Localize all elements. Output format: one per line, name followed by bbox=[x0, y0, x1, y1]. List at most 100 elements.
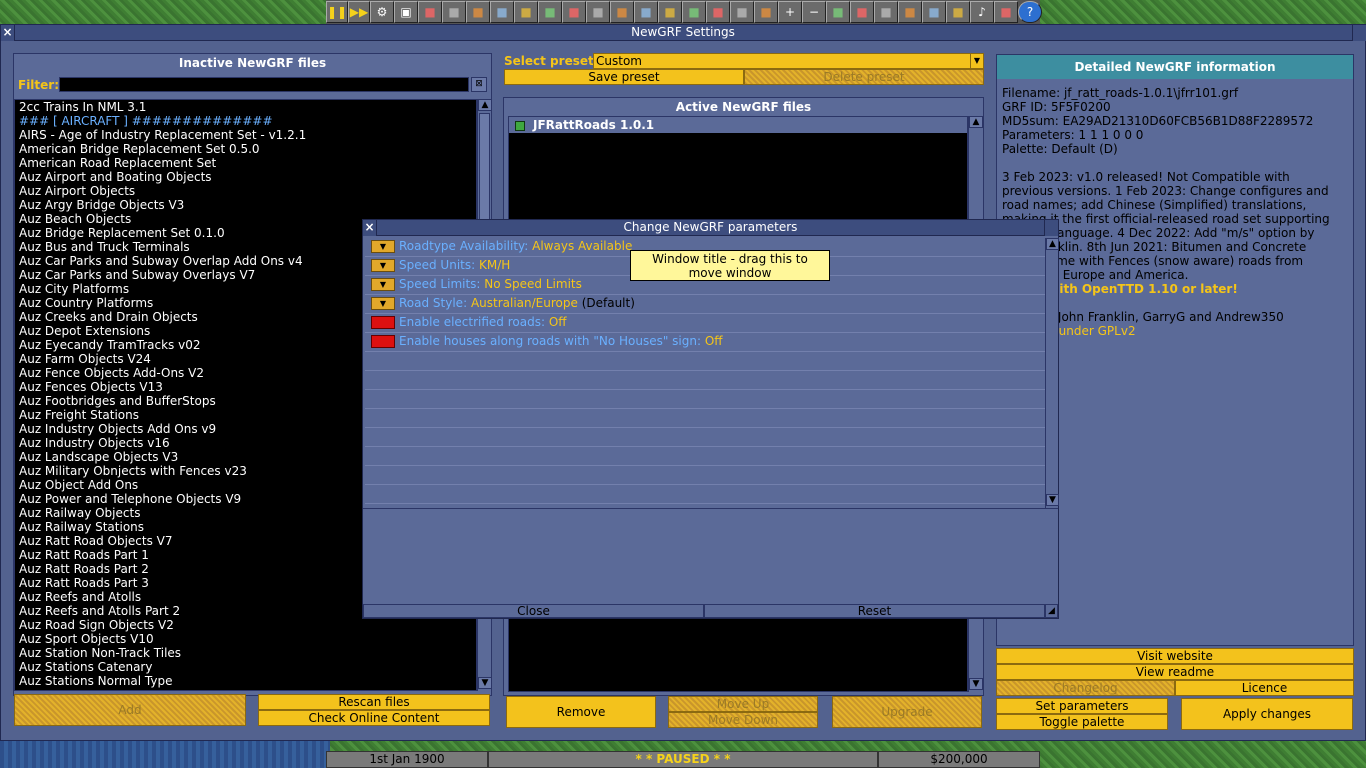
preset-dropdown[interactable]: Custom ▼ bbox=[593, 53, 984, 69]
aircraft-icon[interactable]: ■ bbox=[754, 1, 778, 23]
reset-button[interactable]: Reset bbox=[704, 604, 1045, 618]
status-paused[interactable]: * * PAUSED * * bbox=[488, 751, 878, 768]
finances-icon[interactable]: ■ bbox=[514, 1, 538, 23]
pin-icon[interactable] bbox=[1352, 25, 1366, 41]
remove-button[interactable]: Remove bbox=[506, 696, 656, 728]
dropdown-arrow-icon[interactable]: ▼ bbox=[371, 297, 395, 310]
build-tram-icon[interactable]: ■ bbox=[874, 1, 898, 23]
news-icon[interactable]: ■ bbox=[994, 1, 1018, 23]
pin-icon[interactable] bbox=[1044, 220, 1058, 236]
landscape-icon[interactable]: ■ bbox=[946, 1, 970, 23]
close-button[interactable]: Close bbox=[363, 604, 704, 618]
list-item[interactable]: Auz Stations Catenary bbox=[15, 660, 476, 674]
param-row[interactable]: Enable houses along roads with "No House… bbox=[365, 333, 1045, 352]
graphs-icon[interactable]: ■ bbox=[610, 1, 634, 23]
zoom-out-icon[interactable]: − bbox=[802, 1, 826, 23]
list-item[interactable]: Auz Airport and Boating Objects bbox=[15, 170, 476, 184]
changelog-button[interactable]: Changelog bbox=[996, 680, 1175, 696]
music-icon[interactable]: ♪ bbox=[970, 1, 994, 23]
delete-preset-button[interactable]: Delete preset bbox=[744, 69, 984, 85]
param-window-titlebar[interactable]: Change NewGRF parameters bbox=[363, 220, 1058, 236]
list-item[interactable]: AIRS - Age of Industry Replacement Set -… bbox=[15, 128, 476, 142]
list-item[interactable]: Auz Station Non-Track Tiles bbox=[15, 646, 476, 660]
scroll-up-icon[interactable]: ▲ bbox=[1046, 238, 1059, 250]
build-air-icon[interactable]: ■ bbox=[922, 1, 946, 23]
company-icon[interactable]: ■ bbox=[538, 1, 562, 23]
upgrade-button[interactable]: Upgrade bbox=[832, 696, 982, 728]
status-money[interactable]: $200,000 bbox=[878, 751, 1040, 768]
pause-icon[interactable]: ❚❚ bbox=[326, 1, 348, 23]
apply-changes-button[interactable]: Apply changes bbox=[1181, 698, 1353, 730]
zoom-in-icon[interactable]: + bbox=[778, 1, 802, 23]
param-label: Speed Limits: bbox=[399, 277, 485, 291]
preset-label: Select preset: bbox=[504, 54, 599, 68]
settings-icon[interactable]: ⚙ bbox=[370, 1, 394, 23]
add-button[interactable]: Add bbox=[14, 694, 246, 726]
status-date: 1st Jan 1900 bbox=[326, 751, 488, 768]
trains-icon[interactable]: ■ bbox=[682, 1, 706, 23]
list-item[interactable]: Auz Airport Objects bbox=[15, 184, 476, 198]
save-icon[interactable]: ▣ bbox=[394, 1, 418, 23]
param-row-empty bbox=[365, 428, 1045, 447]
scroll-down-icon[interactable]: ▼ bbox=[969, 678, 983, 690]
toggle-palette-button[interactable]: Toggle palette bbox=[996, 714, 1168, 730]
subsidies-icon[interactable]: ■ bbox=[466, 1, 490, 23]
list-item[interactable]: 2cc Trains In NML 3.1 bbox=[15, 100, 476, 114]
map-icon[interactable]: ■ bbox=[418, 1, 442, 23]
param-window-title: Change NewGRF parameters bbox=[623, 220, 798, 234]
scroll-down-icon[interactable]: ▼ bbox=[1046, 494, 1059, 506]
list-item[interactable]: Auz Sport Objects V10 bbox=[15, 632, 476, 646]
town-icon[interactable]: ■ bbox=[442, 1, 466, 23]
move-down-button[interactable]: Move Down bbox=[668, 712, 818, 728]
save-preset-button[interactable]: Save preset bbox=[504, 69, 744, 85]
inactive-panel-caption: Inactive NewGRF files bbox=[178, 56, 327, 70]
ships-icon[interactable]: ■ bbox=[730, 1, 754, 23]
scroll-down-icon[interactable]: ▼ bbox=[478, 677, 492, 689]
fast-forward-icon[interactable]: ▶▶ bbox=[348, 1, 370, 23]
story-icon[interactable]: ■ bbox=[562, 1, 586, 23]
build-road-icon[interactable]: ■ bbox=[850, 1, 874, 23]
scroll-up-icon[interactable]: ▲ bbox=[969, 116, 983, 128]
toggle-off-icon[interactable] bbox=[371, 335, 395, 348]
stations-icon[interactable]: ■ bbox=[490, 1, 514, 23]
list-item[interactable]: American Bridge Replacement Set 0.5.0 bbox=[15, 142, 476, 156]
help-icon[interactable]: ? bbox=[1018, 1, 1042, 23]
list-item[interactable]: Auz Stations Normal Type bbox=[15, 674, 476, 688]
scroll-up-icon[interactable]: ▲ bbox=[478, 99, 492, 111]
visit-website-button[interactable]: Visit website bbox=[996, 648, 1354, 664]
toggle-off-icon[interactable] bbox=[371, 316, 395, 329]
league-icon[interactable]: ■ bbox=[634, 1, 658, 23]
window-titlebar[interactable]: NewGRF Settings bbox=[1, 25, 1365, 41]
view-readme-button[interactable]: View readme bbox=[996, 664, 1354, 680]
active-list-item[interactable]: JFRattRoads 1.0.1 bbox=[509, 117, 967, 133]
scroll-thumb[interactable] bbox=[479, 113, 490, 233]
road-vehicles-icon[interactable]: ■ bbox=[706, 1, 730, 23]
move-up-button[interactable]: Move Up bbox=[668, 696, 818, 712]
build-water-icon[interactable]: ■ bbox=[898, 1, 922, 23]
chevron-down-icon[interactable]: ▼ bbox=[970, 54, 983, 68]
list-item[interactable]: American Road Replacement Set bbox=[15, 156, 476, 170]
filter-input[interactable] bbox=[59, 77, 469, 92]
list-item[interactable]: ### [ AIRCRAFT ] ############## bbox=[15, 114, 476, 128]
list-item[interactable]: Auz Argy Bridge Objects V3 bbox=[15, 198, 476, 212]
dropdown-arrow-icon[interactable]: ▼ bbox=[371, 259, 395, 272]
industry-icon[interactable]: ■ bbox=[658, 1, 682, 23]
param-row[interactable]: Enable electrified roads: Off bbox=[365, 314, 1045, 333]
active-panel-caption: Active NewGRF files bbox=[675, 100, 812, 114]
dropdown-arrow-icon[interactable]: ▼ bbox=[371, 240, 395, 253]
param-scrollbar[interactable]: ▲ ▼ bbox=[1045, 238, 1059, 508]
close-icon[interactable]: × bbox=[1, 25, 15, 41]
rescan-files-button[interactable]: Rescan files bbox=[258, 694, 490, 710]
clear-filter-icon[interactable]: ⊠ bbox=[471, 77, 487, 92]
resize-handle-icon[interactable]: ◢ bbox=[1045, 604, 1058, 618]
set-parameters-button[interactable]: Set parameters bbox=[996, 698, 1168, 714]
check-online-content-button[interactable]: Check Online Content bbox=[258, 710, 490, 726]
goals-icon[interactable]: ■ bbox=[586, 1, 610, 23]
close-icon[interactable]: × bbox=[363, 220, 377, 236]
dropdown-arrow-icon[interactable]: ▼ bbox=[371, 278, 395, 291]
list-item[interactable]: Auz Road Sign Objects V2 bbox=[15, 618, 476, 632]
licence-button[interactable]: Licence bbox=[1175, 680, 1354, 696]
build-rail-icon[interactable]: ■ bbox=[826, 1, 850, 23]
param-value: KM/H bbox=[478, 258, 511, 272]
param-row[interactable]: ▼ Road Style: Australian/Europe (Default) bbox=[365, 295, 1045, 314]
